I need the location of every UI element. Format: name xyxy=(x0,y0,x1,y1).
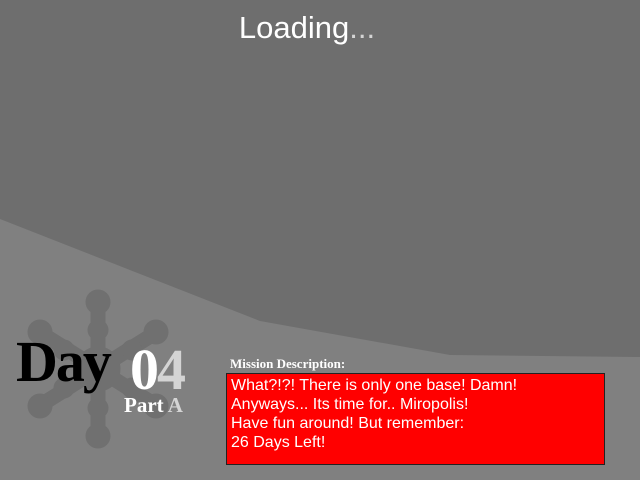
mission-description-heading: Mission Description: xyxy=(230,356,346,371)
day-label: Day xyxy=(16,329,112,394)
part-letter: A xyxy=(167,393,183,417)
mission-description-box: What?!?! There is only one base! Damn! A… xyxy=(226,373,605,465)
loading-dots: ... xyxy=(349,10,376,45)
mission-line: Anyways... Its time for.. Miropolis! xyxy=(231,396,469,413)
mission-line: What?!?! There is only one base! Damn! xyxy=(231,377,518,394)
day-number: 04 xyxy=(130,341,186,399)
loading-word: Loading xyxy=(238,10,350,45)
part-label: Part A xyxy=(124,395,183,416)
mission-line: Have fun around! But remember: xyxy=(231,415,465,432)
mission-line: 26 Days Left! xyxy=(231,434,326,451)
loading-screen: Loading... Day 04 Part A Mission Descrip… xyxy=(0,0,640,480)
part-word: Part xyxy=(124,393,164,417)
loading-text: Loading... xyxy=(0,10,614,46)
